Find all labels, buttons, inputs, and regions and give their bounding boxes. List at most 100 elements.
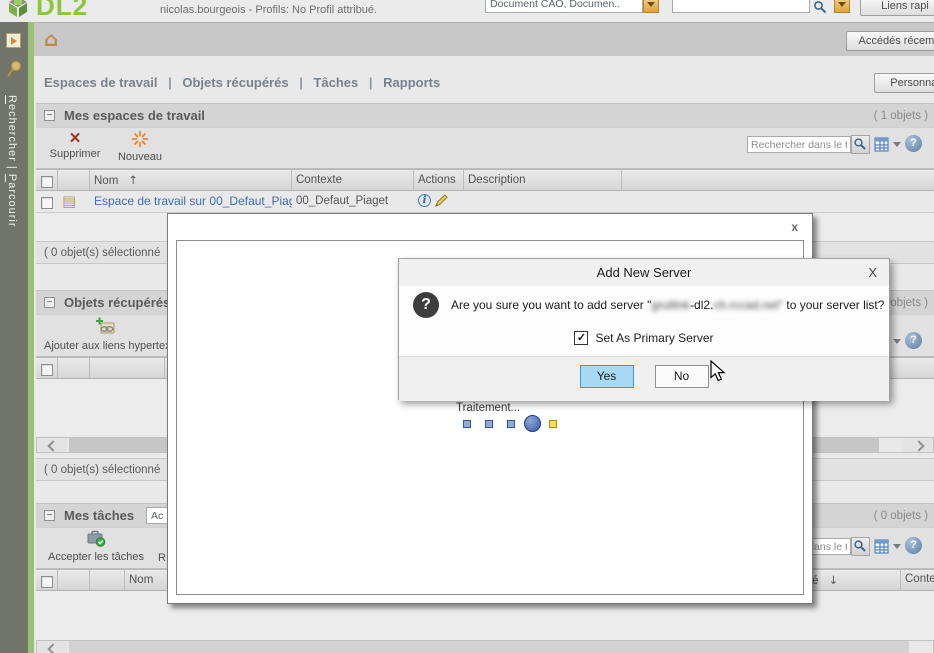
progress-dot — [485, 420, 493, 428]
scrollbar-thumb[interactable] — [69, 641, 909, 653]
collapse-icon[interactable]: − — [44, 510, 55, 521]
nav-separator: | — [369, 75, 373, 90]
workspaces-toolbar: × Supprimer Nouveau — [36, 127, 934, 169]
workspaces-title: Mes espaces de travail — [64, 108, 205, 123]
search-icon — [853, 137, 867, 151]
workspace-table-row[interactable]: ▤ Espace de travail sur 00_Defaut_Piaget… — [36, 191, 934, 213]
arrow-right-icon — [11, 37, 17, 45]
tasks-search-button[interactable] — [851, 537, 870, 556]
workspace-context: 00_Defaut_Piaget — [292, 191, 414, 212]
sidebar-label-parcourir: P — [6, 174, 18, 182]
workspaces-search-button[interactable] — [851, 135, 870, 154]
chevron-left-icon — [47, 643, 58, 653]
popup-close-icon[interactable]: x — [791, 220, 798, 234]
search-pin-icon[interactable] — [6, 60, 23, 78]
collapse-icon[interactable]: − — [44, 297, 55, 308]
recently-accessed-button[interactable]: Accédés récemm — [846, 31, 934, 51]
context-column-header[interactable]: Contexte — [292, 170, 414, 190]
sort-asc-icon: ↑ — [128, 173, 138, 187]
search-icon — [853, 539, 867, 553]
dialog-message: Are you sure you want to add server "gru… — [451, 298, 885, 312]
mouse-cursor — [710, 360, 726, 382]
personalize-button[interactable]: Personnalis — [874, 73, 934, 93]
name-column-header[interactable]: Nom↑ — [90, 170, 292, 190]
dialog-close-icon[interactable]: X — [868, 265, 877, 280]
recovered-title: Objets récupérés — [64, 295, 170, 310]
dialog-footer: Yes No — [399, 356, 889, 401]
app-logo-icon — [6, 0, 30, 19]
help-icon[interactable]: ? — [905, 135, 922, 152]
actions-column-header: Actions — [414, 170, 464, 190]
context-column-header[interactable]: Contexte — [905, 573, 934, 585]
edit-pencil-icon[interactable] — [434, 193, 449, 208]
add-link-icon — [96, 317, 116, 336]
accept-tasks-button[interactable]: Accepter les tâches — [44, 530, 148, 563]
global-search-input[interactable] — [672, 0, 810, 13]
select-all-checkbox[interactable] — [41, 364, 53, 376]
nav-taches[interactable]: Tâches — [313, 75, 358, 90]
home-bar — [34, 22, 934, 56]
primary-server-checkbox[interactable]: ✓ — [574, 331, 588, 345]
add-new-server-dialog: Add New Server X ? Are you sure you want… — [398, 258, 890, 400]
nav-rapports[interactable]: Rapports — [383, 75, 440, 90]
new-button[interactable]: Nouveau — [112, 131, 168, 163]
search-scope-chevron-button[interactable] — [834, 0, 850, 13]
sidebar-vertical-label[interactable]: Rechercher | Parcourir — [6, 95, 18, 228]
dialog-title: Add New Server — [399, 259, 889, 286]
progress-dot-active — [549, 420, 557, 428]
select-all-checkbox[interactable] — [41, 176, 53, 188]
search-icon[interactable] — [813, 0, 827, 14]
info-icon[interactable]: i — [418, 194, 431, 207]
table-view-icon[interactable] — [874, 539, 889, 554]
select-all-checkbox[interactable] — [41, 576, 53, 588]
scroll-left-button[interactable] — [37, 438, 67, 452]
scroll-left-button[interactable] — [37, 641, 67, 653]
collapse-icon[interactable]: − — [44, 110, 55, 121]
sidebar-accent-strip — [28, 22, 34, 653]
bottom-horizontal-scrollbar[interactable] — [36, 640, 934, 653]
app-logo-text: DL2 — [36, 0, 88, 22]
chevron-down-icon — [838, 2, 846, 7]
category-nav: Espaces de travail | Objets récupérés | … — [44, 75, 440, 90]
no-button[interactable]: No — [655, 365, 709, 388]
delete-x-icon: × — [69, 128, 80, 149]
chevron-left-icon — [47, 440, 58, 451]
delete-button[interactable]: × Supprimer — [44, 131, 106, 160]
progress-dot — [507, 420, 515, 428]
tasks-count: ( 0 objets ) — [874, 510, 928, 522]
top-bar: DL2 nicolas.bourgeois - Profils: No Prof… — [0, 0, 934, 23]
workspaces-count: ( 1 objets ) — [874, 110, 928, 122]
table-view-icon[interactable] — [874, 137, 889, 152]
quick-links-button[interactable]: Liens rapi — [860, 0, 934, 16]
help-icon[interactable]: ? — [905, 537, 922, 554]
help-icon[interactable]: ? — [905, 332, 922, 349]
chevron-down-icon — [647, 2, 655, 7]
workspaces-section-header: − Mes espaces de travail ( 1 objets ) — [36, 103, 934, 127]
type-filter-chevron-button[interactable] — [643, 0, 659, 13]
question-mark-icon: ? — [413, 292, 439, 318]
processing-label: Traitement... — [456, 402, 520, 414]
workspace-name-link[interactable]: Espace de travail sur 00_Defaut_Piaget — [94, 194, 292, 208]
collapse-panel-icon[interactable] — [6, 33, 21, 48]
user-status: nicolas.bourgeois - Profils: No Profil a… — [160, 4, 377, 16]
workspace-type-icon: ▤ — [62, 192, 76, 210]
scroll-right-button[interactable] — [903, 438, 933, 452]
yes-button[interactable]: Yes — [580, 365, 634, 388]
briefcase-check-icon — [87, 530, 106, 547]
nav-espaces-de-travail[interactable]: Espaces de travail — [44, 75, 157, 90]
view-options-caret-icon[interactable] — [893, 142, 901, 147]
view-options-caret-icon[interactable] — [893, 544, 901, 549]
row-checkbox[interactable] — [41, 197, 53, 209]
nav-separator: | — [299, 75, 303, 90]
home-icon[interactable]: ⌂ — [44, 27, 58, 51]
new-starburst-icon — [132, 131, 148, 147]
primary-server-row: ✓ Set As Primary Server — [399, 331, 889, 345]
sidebar-label-rechercher: R — [6, 95, 18, 104]
type-filter-dropdown[interactable] — [485, 0, 643, 13]
nav-separator: | — [168, 75, 172, 90]
description-column-header[interactable]: Description — [464, 170, 622, 190]
app-window: DL2 nicolas.bourgeois - Profils: No Prof… — [0, 0, 934, 653]
view-options-caret-icon[interactable] — [893, 339, 901, 344]
workspaces-search-input[interactable] — [747, 136, 851, 153]
nav-objets-recuperes[interactable]: Objets récupérés — [182, 75, 288, 90]
